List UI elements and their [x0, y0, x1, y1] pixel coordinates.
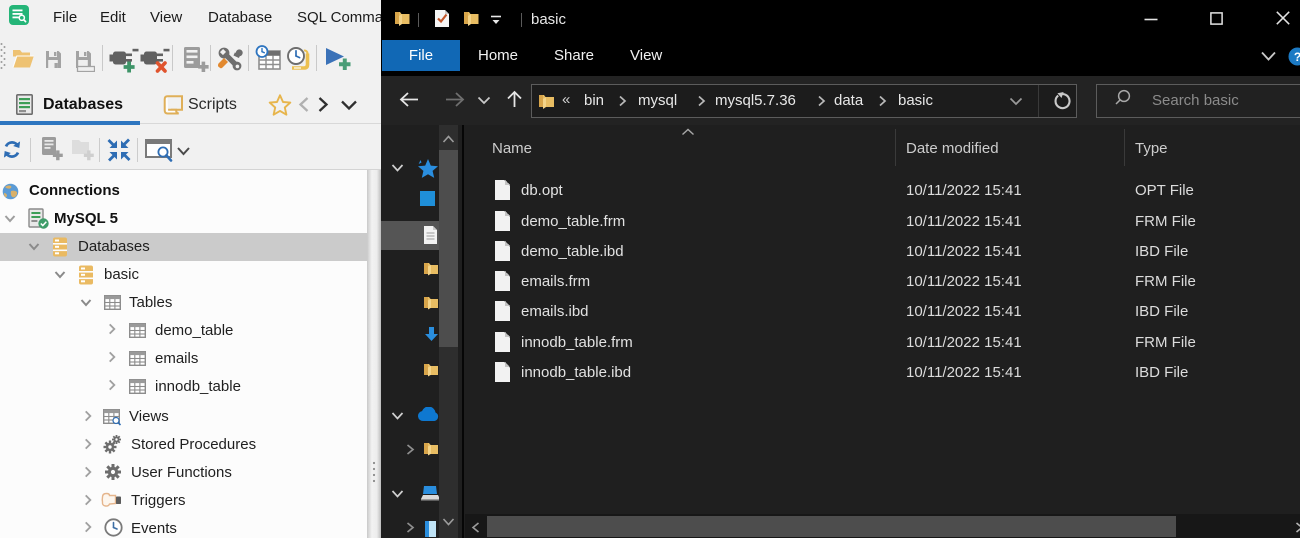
- svg-text:?: ?: [1294, 50, 1300, 64]
